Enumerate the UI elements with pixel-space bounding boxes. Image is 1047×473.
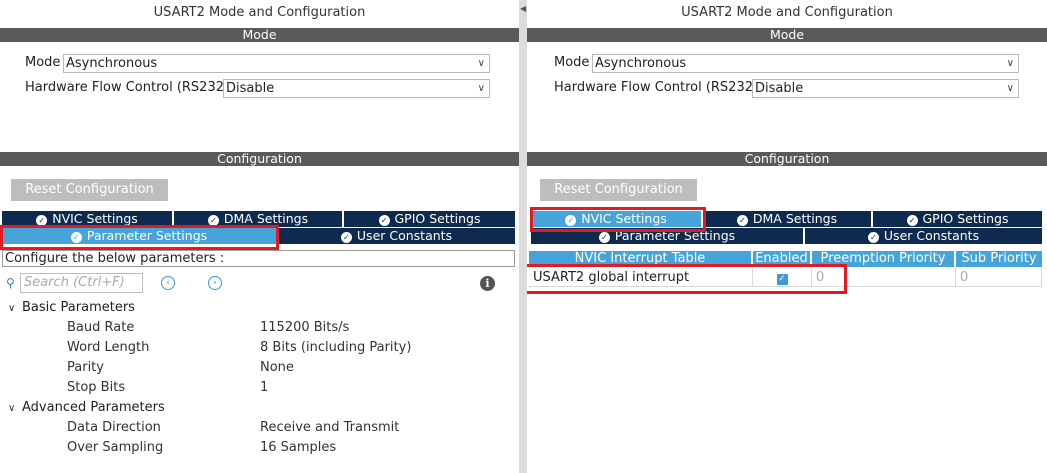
group-advanced-parameters[interactable]: ∨ Advanced Parameters [8,400,165,415]
param-name: Baud Rate [67,320,135,335]
group-basic-parameters[interactable]: ∨ Basic Parameters [8,300,135,315]
param-name: Over Sampling [67,440,164,455]
param-name: Data Direction [67,420,161,435]
param-value[interactable]: 115200 Bits/s [260,320,349,335]
param-value[interactable]: 1 [260,380,268,395]
param-value[interactable]: Receive and Transmit [260,420,399,435]
chevron-down-icon: ∨ [1006,83,1014,94]
mode-select[interactable]: Asynchronous ∨ [63,54,490,73]
param-name: Parity [67,360,104,375]
panel-title: USART2 Mode and Configuration [681,5,893,20]
tab-user-constants[interactable]: ✓ User Constants [805,228,1042,244]
hfc-select[interactable]: Disable ∨ [752,79,1019,98]
sub-priority-cell[interactable]: 0 [956,269,1042,287]
collapse-arrow-icon[interactable]: ◀ [520,4,526,13]
param-name: Stop Bits [67,380,126,395]
chevron-down-icon: ∨ [477,58,485,69]
panel-splitter[interactable]: ◀ [519,0,527,473]
hfc-select[interactable]: Disable ∨ [223,79,490,98]
reset-configuration-button[interactable]: Reset Configuration [540,179,697,201]
mode-label: Mode [25,55,61,70]
tab-dma-settings[interactable]: ✓ DMA Settings [703,211,871,227]
check-circle-icon: ✓ [906,215,918,226]
configuration-section-header: Configuration [527,152,1047,166]
reset-configuration-button[interactable]: Reset Configuration [11,179,168,201]
hfc-select-value: Disable [755,81,804,96]
param-value[interactable]: 16 Samples [260,440,336,455]
param-value[interactable]: 8 Bits (including Parity) [260,340,411,355]
mode-select-value: Asynchronous [595,56,687,71]
param-value[interactable]: None [260,360,294,375]
next-match-icon[interactable]: › [208,276,222,290]
param-name: Word Length [67,340,150,355]
hfc-label: Hardware Flow Control (RS232) [554,80,759,95]
left-config-panel: USART2 Mode and Configuration Mode Mode … [0,0,519,473]
check-circle-icon: ✓ [736,215,748,226]
mode-label: Mode [554,55,590,70]
column-header[interactable]: Sub Priority [956,251,1042,267]
mode-select-value: Asynchronous [66,56,158,71]
mode-section-header: Mode [527,28,1047,42]
check-circle-icon: ✓ [340,232,352,243]
chevron-down-icon: ∨ [1006,58,1014,69]
check-circle-icon: ✓ [867,232,879,243]
highlight-box [0,225,279,250]
check-circle-icon: ✓ [378,215,390,226]
search-icon: ⚲ [6,276,15,290]
highlight-box [527,264,847,294]
mode-section-header: Mode [0,28,519,42]
highlight-box [530,207,706,232]
configure-hint: Configure the below parameters : [2,250,515,267]
right-config-panel: USART2 Mode and Configuration Mode Mode … [527,0,1047,473]
check-circle-icon: ✓ [598,232,610,243]
tab-user-constants[interactable]: ✓ User Constants [278,228,515,244]
tab-gpio-settings[interactable]: ✓ GPIO Settings [344,211,515,227]
chevron-down-icon: ∨ [8,403,16,414]
configuration-section-header: Configuration [0,152,519,166]
hfc-label: Hardware Flow Control (RS232) [25,80,230,95]
chevron-down-icon: ∨ [477,83,485,94]
info-icon[interactable]: i [480,276,495,291]
hfc-select-value: Disable [226,81,275,96]
mode-select[interactable]: Asynchronous ∨ [592,54,1019,73]
previous-match-icon[interactable]: ‹ [161,276,175,290]
search-input[interactable]: Search (Ctrl+F) [20,273,143,293]
tab-gpio-settings[interactable]: ✓ GPIO Settings [873,211,1042,227]
panel-title: USART2 Mode and Configuration [153,5,366,20]
chevron-down-icon: ∨ [8,303,16,314]
